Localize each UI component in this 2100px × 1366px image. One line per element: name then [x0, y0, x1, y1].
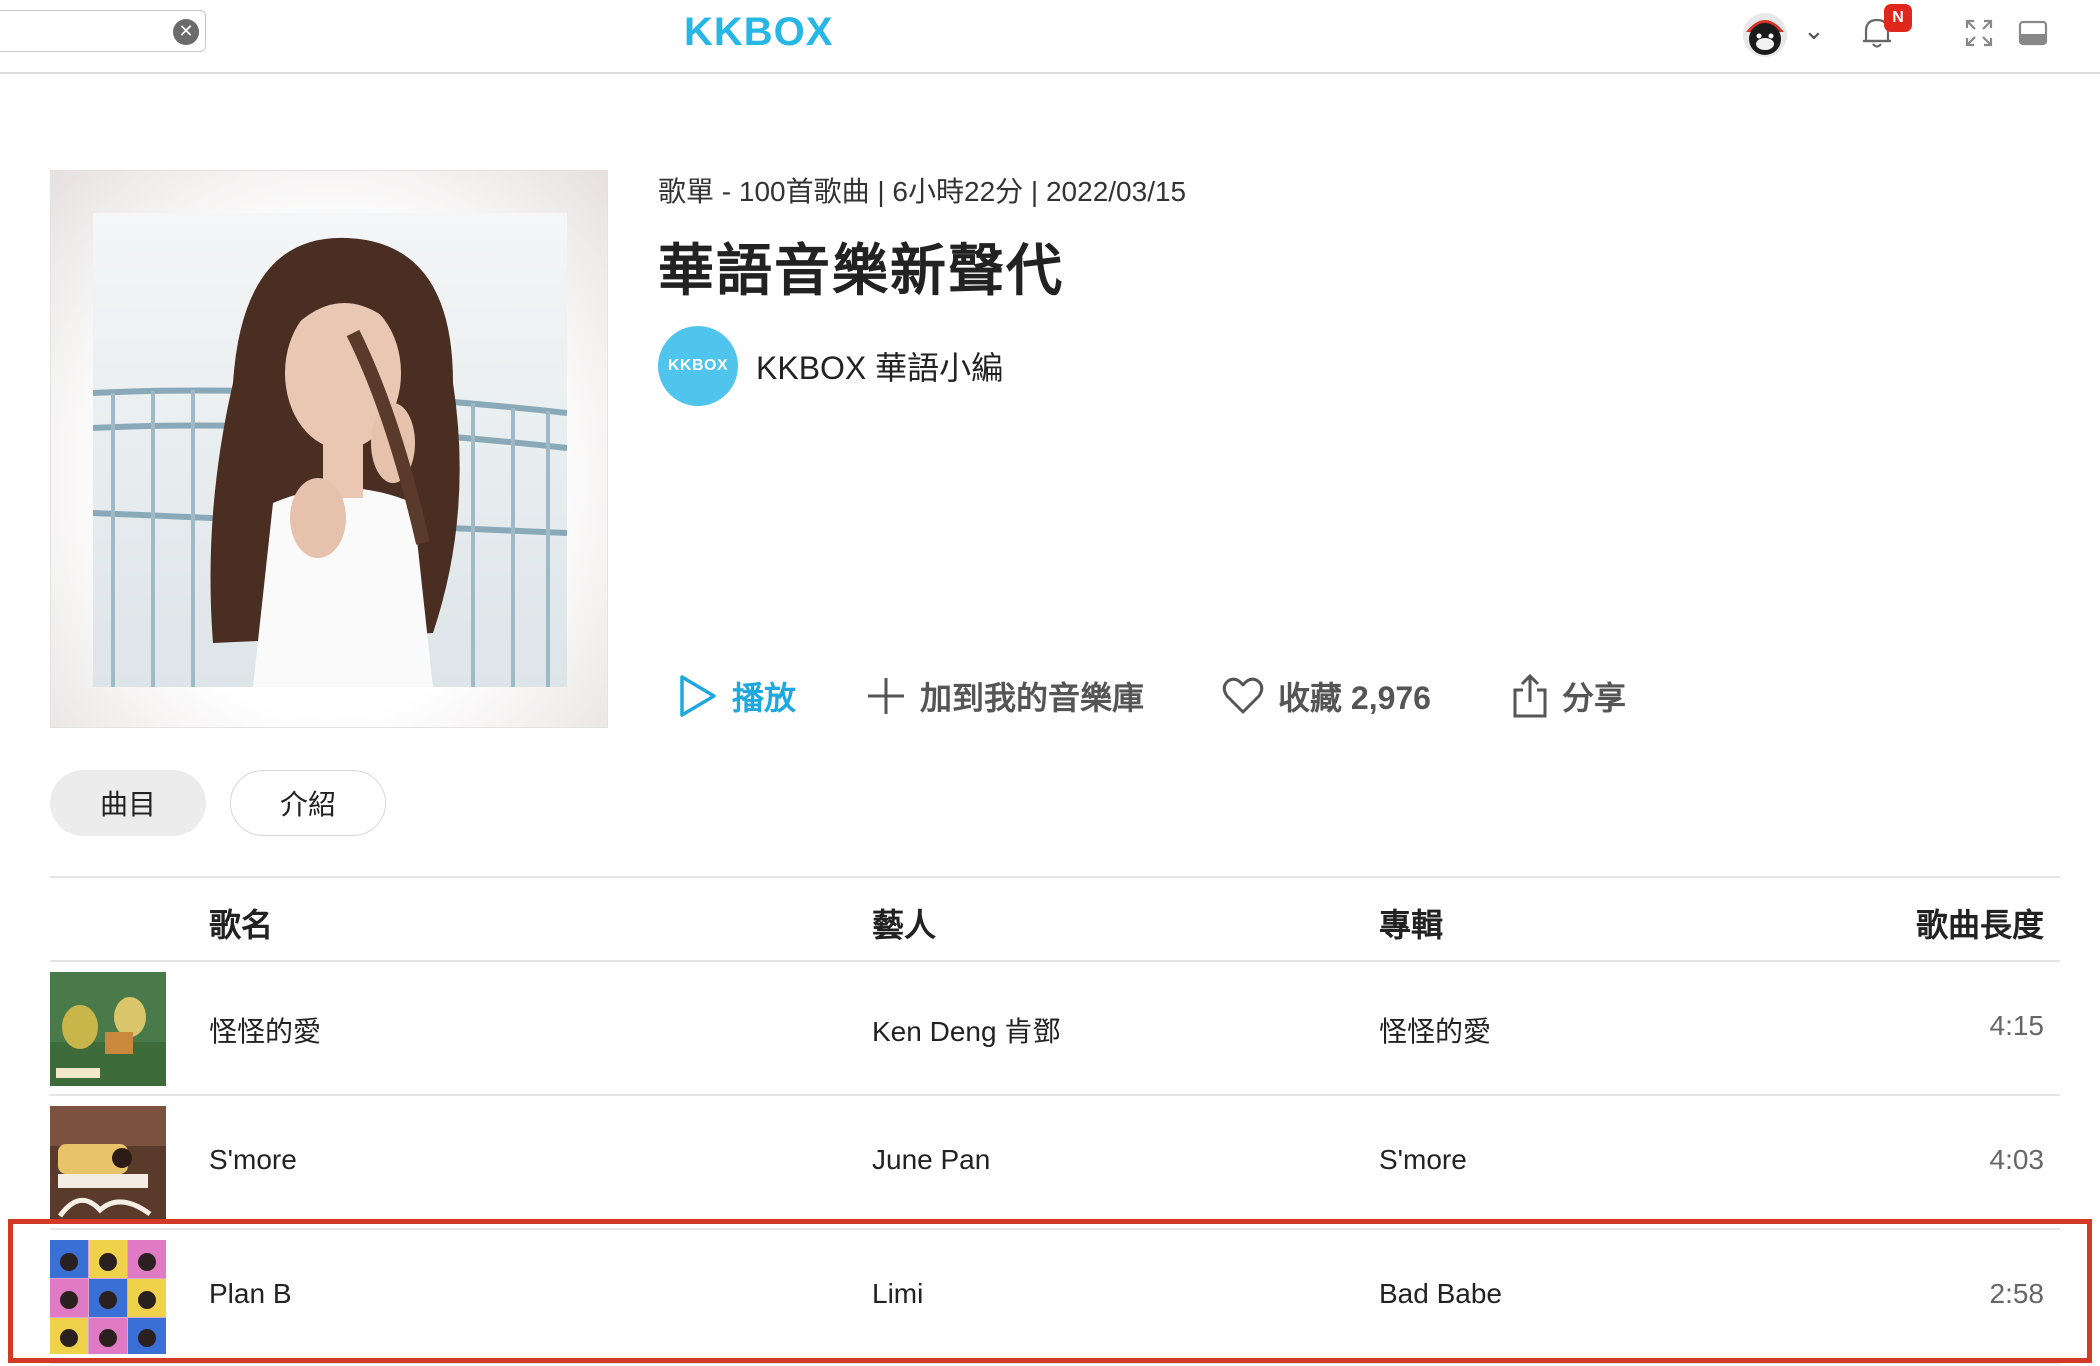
plus-icon: [868, 678, 904, 714]
cover-photo: [93, 213, 567, 687]
duration: 2:58: [1989, 1278, 2045, 1309]
curator-name[interactable]: KKBOX 華語小編: [756, 343, 1003, 389]
chevron-down-icon[interactable]: ⌄: [1803, 16, 1825, 46]
artist-name[interactable]: June Pan: [872, 1144, 990, 1176]
header-album[interactable]: 專輯: [1379, 900, 1443, 946]
expand-icon[interactable]: [1964, 18, 1994, 48]
playlist-cover: [50, 170, 608, 728]
header-song-name[interactable]: 歌名: [209, 900, 273, 946]
header-artist[interactable]: 藝人: [872, 900, 936, 946]
tab-tracks[interactable]: 曲目: [50, 770, 206, 836]
play-button[interactable]: 播放: [676, 668, 796, 724]
notification-badge[interactable]: N: [1884, 4, 1912, 32]
table-row[interactable]: 怪怪的愛 Ken Deng 肯鄧 怪怪的愛 4:15: [50, 962, 2060, 1096]
kkbox-logo[interactable]: KKBOX: [684, 10, 833, 55]
favorite-button[interactable]: 收藏 2,976: [1222, 668, 1431, 724]
playlist-meta: 歌單 - 100首歌曲 | 6小時22分 | 2022/03/15: [658, 176, 1187, 207]
table-header: 歌名 藝人 專輯 歌曲長度: [50, 876, 2060, 962]
header-duration[interactable]: 歌曲長度: [1916, 900, 2044, 946]
share-label: 分享: [1562, 680, 1627, 716]
play-label: 播放: [732, 680, 797, 716]
song-name[interactable]: S'more: [209, 1144, 297, 1176]
user-avatar[interactable]: [1742, 12, 1788, 58]
heart-icon: [1222, 677, 1264, 714]
table-row[interactable]: S'more June Pan S'more 4:03: [50, 1096, 2060, 1230]
play-icon: [680, 675, 716, 717]
artist-name[interactable]: Limi: [872, 1278, 923, 1310]
album-thumbnail: [50, 1106, 166, 1220]
share-icon: [1513, 674, 1547, 718]
song-name[interactable]: Plan B: [209, 1278, 292, 1310]
add-label: 加到我的音樂庫: [920, 680, 1145, 716]
album-name[interactable]: Bad Babe: [1379, 1278, 1502, 1310]
album-name[interactable]: 怪怪的愛: [1379, 1010, 1491, 1050]
album-name[interactable]: S'more: [1379, 1144, 1467, 1176]
playlist-title: 華語音樂新聲代: [658, 239, 1064, 302]
artist-name[interactable]: Ken Deng 肯鄧: [872, 1010, 1060, 1050]
album-thumbnail: [50, 1240, 166, 1354]
tab-intro[interactable]: 介紹: [230, 770, 386, 836]
favorite-label: 收藏 2,976: [1278, 680, 1431, 716]
mini-player-icon[interactable]: [2018, 20, 2048, 46]
share-button[interactable]: 分享: [1512, 668, 1626, 724]
add-to-library-button[interactable]: 加到我的音樂庫: [866, 668, 1144, 724]
duration: 4:15: [1989, 1010, 2045, 1041]
track-table: 歌名 藝人 專輯 歌曲長度 怪怪的愛 Ken Deng 肯鄧 怪怪的愛 4:15…: [50, 876, 2060, 1364]
curator-avatar[interactable]: KKBOX: [658, 326, 738, 406]
table-row[interactable]: Plan B Limi Bad Babe 2:58: [50, 1230, 2060, 1364]
clear-search-icon[interactable]: ✕: [173, 19, 199, 45]
curator[interactable]: KKBOX KKBOX 華語小編: [658, 326, 1003, 406]
song-name[interactable]: 怪怪的愛: [209, 1010, 321, 1050]
duration: 4:03: [1989, 1144, 2045, 1175]
album-thumbnail: [50, 972, 166, 1086]
search-input[interactable]: ✕: [0, 10, 206, 52]
top-bar: ✕ KKBOX ⌄ N: [0, 0, 2100, 74]
